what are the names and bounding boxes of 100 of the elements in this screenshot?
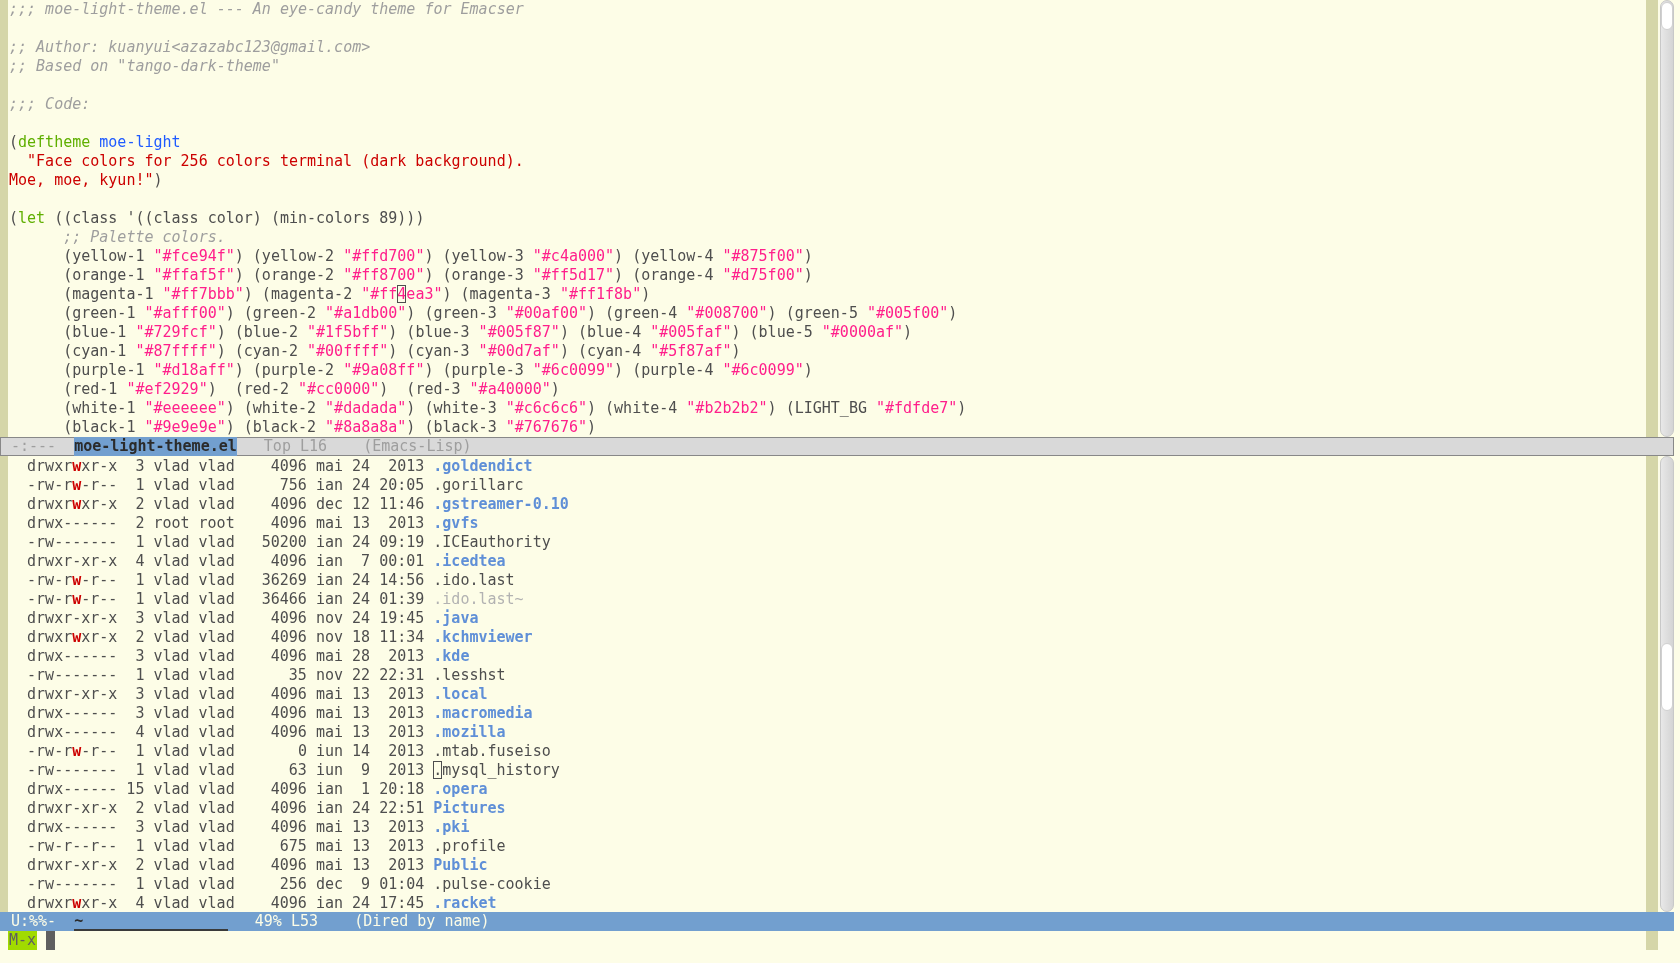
file-size: 675 bbox=[278, 837, 307, 856]
file-size: 4096 bbox=[269, 552, 307, 571]
modified-date: ian 24 14:56 bbox=[315, 571, 425, 590]
modified-date: dec 9 01:04 bbox=[315, 875, 425, 894]
file-name[interactable]: .gorillarc bbox=[433, 476, 524, 495]
file-name[interactable]: .gvfs bbox=[433, 514, 479, 533]
modified-date: ian 24 22:51 bbox=[315, 799, 425, 818]
file-name[interactable]: .ido.last bbox=[433, 571, 515, 590]
code-line: (cyan-1 "#87ffff") (cyan-2 "#00ffff") (cyan-3 "#00d7af") (cyan-4 "#5f87af") bbox=[63, 342, 741, 360]
modified-date: iun 9 2013 bbox=[315, 761, 425, 780]
buffer-name[interactable]: moe-light-theme.el bbox=[74, 437, 237, 456]
owner: vlad bbox=[153, 818, 190, 837]
modified-date: ian 7 00:01 bbox=[315, 552, 425, 571]
owner: vlad bbox=[153, 742, 190, 761]
permissions: -rw-rw-r-- bbox=[27, 571, 118, 590]
file-size: 256 bbox=[278, 875, 307, 894]
file-name[interactable]: .ICEauthority bbox=[433, 533, 551, 552]
link-count: 3 bbox=[134, 647, 145, 666]
file-name[interactable]: .kde bbox=[433, 647, 470, 666]
group: vlad bbox=[198, 647, 235, 666]
owner: vlad bbox=[153, 571, 190, 590]
owner: vlad bbox=[153, 723, 190, 742]
modified-date: ian 1 20:18 bbox=[315, 780, 425, 799]
text-cursor bbox=[46, 931, 56, 950]
buffer-state: U:%%- bbox=[11, 912, 58, 931]
file-name[interactable]: .mozilla bbox=[433, 723, 506, 742]
file-name[interactable]: Public bbox=[433, 856, 488, 875]
owner: vlad bbox=[153, 476, 190, 495]
owner: vlad bbox=[153, 856, 190, 875]
file-name[interactable]: Pictures bbox=[433, 799, 506, 818]
position: 49% L53 bbox=[254, 912, 319, 931]
permissions: -rw------- bbox=[27, 761, 118, 780]
group: vlad bbox=[198, 742, 235, 761]
owner: root bbox=[153, 514, 190, 533]
permissions: drwxrwxr-x bbox=[27, 628, 118, 647]
file-name[interactable]: .mtab.fuseiso bbox=[433, 742, 551, 761]
owner: vlad bbox=[153, 704, 190, 723]
link-count: 1 bbox=[134, 666, 145, 685]
code-line: "Face colors for 256 colors terminal (dark background). bbox=[27, 152, 524, 170]
file-name[interactable]: .icedtea bbox=[433, 552, 506, 571]
permissions: drwx------ bbox=[27, 818, 118, 837]
file-name[interactable]: .macromedia bbox=[433, 704, 533, 723]
file-name[interactable]: .java bbox=[433, 609, 479, 628]
file-name[interactable]: .opera bbox=[433, 780, 488, 799]
group: vlad bbox=[198, 476, 235, 495]
file-size: 4096 bbox=[269, 704, 307, 723]
fringe bbox=[1646, 931, 1658, 950]
owner: vlad bbox=[153, 875, 190, 894]
code-line: ;;; Code: bbox=[9, 95, 91, 113]
link-count: 2 bbox=[134, 799, 145, 818]
link-count: 2 bbox=[134, 514, 145, 533]
link-count: 3 bbox=[134, 818, 145, 837]
file-name[interactable]: .profile bbox=[433, 837, 506, 856]
scrollbar[interactable] bbox=[1660, 456, 1674, 912]
scrollbar-thumb[interactable] bbox=[1661, 2, 1673, 30]
buffer-name[interactable]: ~ bbox=[74, 912, 228, 931]
link-count: 1 bbox=[134, 533, 145, 552]
file-size: 4096 bbox=[269, 647, 307, 666]
group: vlad bbox=[198, 875, 235, 894]
file-size: 4096 bbox=[269, 495, 307, 514]
file-size: 4096 bbox=[269, 799, 307, 818]
link-count: 1 bbox=[134, 742, 145, 761]
group: vlad bbox=[198, 894, 235, 913]
modified-date: mai 13 2013 bbox=[315, 818, 425, 837]
file-name[interactable]: .ido.last~ bbox=[433, 590, 524, 609]
file-name[interactable]: .pki bbox=[433, 818, 470, 837]
owner: vlad bbox=[153, 666, 190, 685]
link-count: 2 bbox=[134, 495, 145, 514]
modified-date: ian 24 17:45 bbox=[315, 894, 425, 913]
file-size: 756 bbox=[278, 476, 307, 495]
code-line: ;; Palette colors. bbox=[63, 228, 226, 246]
file-name[interactable]: .goldendict bbox=[433, 457, 533, 476]
group: vlad bbox=[198, 666, 235, 685]
permissions: drwxr-xr-x bbox=[27, 685, 118, 704]
scrollbar[interactable] bbox=[1660, 0, 1674, 437]
code-line: (white-1 "#eeeeee") (white-2 "#dadada") (white-3 "#c6c6c6") (white-4 "#b2b2b2") (LIGHT_BG "#fdfde7") bbox=[63, 399, 967, 417]
modified-date: dec 12 11:46 bbox=[315, 495, 425, 514]
modified-date: mai 28 2013 bbox=[315, 647, 425, 666]
file-name[interactable]: .kchmviewer bbox=[433, 628, 533, 647]
file-size: 4096 bbox=[269, 856, 307, 875]
owner: vlad bbox=[153, 780, 190, 799]
modified-date: iun 14 2013 bbox=[315, 742, 425, 761]
permissions: -rw------- bbox=[27, 533, 118, 552]
file-name[interactable]: .mysql_history bbox=[433, 761, 560, 780]
scrollbar-thumb[interactable] bbox=[1661, 643, 1673, 711]
file-name[interactable]: .gstreamer-0.10 bbox=[433, 495, 569, 514]
code-line: ;; Author: kuanyui<azazabc123@gmail.com> bbox=[9, 38, 371, 56]
file-size: 4096 bbox=[269, 628, 307, 647]
file-name[interactable]: .local bbox=[433, 685, 488, 704]
owner: vlad bbox=[153, 894, 190, 913]
file-name[interactable]: .pulse-cookie bbox=[433, 875, 551, 894]
code-line: (red-1 "#ef2929") (red-2 "#cc0000") (red-3 "#a40000") bbox=[63, 380, 560, 398]
permissions: -rw-rw-r-- bbox=[27, 742, 118, 761]
permissions: drwx------ bbox=[27, 514, 118, 533]
modified-date: mai 24 2013 bbox=[315, 457, 425, 476]
file-name[interactable]: .lesshst bbox=[433, 666, 506, 685]
file-size: 4096 bbox=[269, 723, 307, 742]
file-name[interactable]: .racket bbox=[433, 894, 497, 913]
file-size: 36269 bbox=[260, 571, 307, 590]
group: vlad bbox=[198, 704, 235, 723]
